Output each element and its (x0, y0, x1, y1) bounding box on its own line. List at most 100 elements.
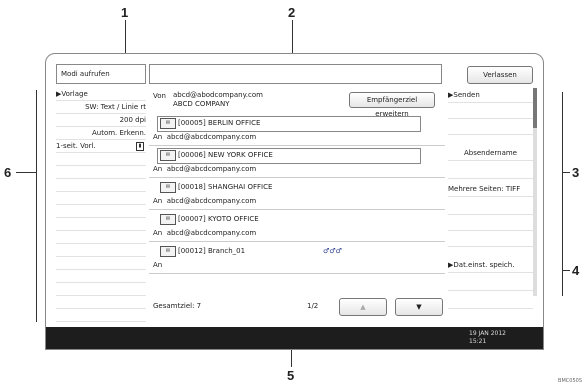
store-file-option[interactable]: ▶Dat.einst. speich. (448, 258, 533, 273)
destination-item[interactable]: ✉ [00007] KYOTO OFFICE An abcd@abcdcompa… (149, 210, 445, 242)
bracket-3 (562, 92, 563, 262)
blank-row (448, 294, 533, 309)
blank-row (448, 164, 533, 179)
blank-row (448, 276, 533, 291)
blank-row (56, 309, 146, 322)
status-bar: 19 JAN 2012 15:21 (46, 327, 543, 349)
destination-name: SHANGHAI OFFICE (207, 183, 273, 191)
destination-item[interactable]: ✉ [00006] NEW YORK OFFICE An abcd@abcdco… (149, 146, 445, 178)
destination-header[interactable]: ✉ [00005] BERLIN OFFICE (157, 116, 421, 132)
page-icon: ▮ (136, 142, 144, 151)
sender-row: Von abcd@abodcompany.com ABCD COMPANY Em… (149, 88, 445, 118)
callout-2: 2 (288, 5, 296, 20)
divider (149, 273, 445, 274)
destination-header[interactable]: ✉ [00007] KYOTO OFFICE (157, 212, 421, 228)
auto-detect[interactable]: Autom. Erkenn. (56, 127, 146, 140)
resolution[interactable]: 200 dpi (56, 114, 146, 127)
date-time: 19 JAN 2012 15:21 (469, 330, 529, 346)
destination-header[interactable]: ✉ [00018] SHANGHAI OFFICE (157, 180, 421, 196)
group-icon: ♂♂♂ (323, 247, 342, 255)
blank-row (56, 205, 146, 218)
page-indicator: 1/2 (307, 302, 319, 310)
callout-3: 3 (572, 165, 580, 180)
next-page-button[interactable]: ▼ (395, 298, 443, 316)
sender-name-button[interactable]: Absendername (448, 146, 533, 161)
to-label: An (153, 165, 163, 173)
to-label: An (153, 229, 163, 237)
mode-title[interactable]: Modi aufrufen (56, 64, 146, 84)
destination-name: NEW YORK OFFICE (207, 151, 273, 159)
destination-address: abcd@abcdcompany.com (166, 229, 257, 237)
figure-code: BMC050S (558, 378, 582, 384)
original-setting[interactable]: ▶Vorlage (56, 88, 146, 101)
callout-4: 4 (572, 263, 580, 278)
email-icon: ✉ (160, 246, 176, 257)
message-bar (149, 64, 442, 84)
to-label: An (153, 197, 163, 205)
duplex-label: 1-seit. Vorl. (56, 142, 96, 150)
destination-header[interactable]: ✉ [00012] Branch_01 ♂♂♂ (157, 244, 421, 260)
send-option[interactable]: ▶Senden (448, 88, 533, 103)
blank-row (448, 200, 533, 215)
time: 15:21 (469, 338, 487, 345)
destination-code: [00018] (178, 183, 206, 191)
destination-item[interactable]: ✉ [00018] SHANGHAI OFFICE An abcd@abcdco… (149, 178, 445, 210)
blank-row (448, 120, 533, 135)
scrollbar[interactable] (533, 88, 537, 296)
destination-name: KYOTO OFFICE (207, 215, 259, 223)
multi-page-tiff-button[interactable]: Mehrere Seiten: TIFF (448, 182, 533, 197)
exit-button[interactable]: Verlassen (467, 66, 533, 84)
original-type[interactable]: SW: Text / Linie rt (56, 101, 146, 114)
email-icon: ✉ (160, 150, 176, 161)
destination-code: [00007] (178, 215, 206, 223)
destination-code: [00005] (178, 119, 206, 127)
extend-destination-button[interactable]: Empfängerziel erweitern (349, 92, 435, 118)
blank-row (56, 257, 146, 270)
scan-settings-panel: ▶Vorlage SW: Text / Linie rt 200 dpi Aut… (56, 88, 146, 322)
blank-row (56, 218, 146, 231)
blank-row (56, 166, 146, 179)
blank-row (56, 270, 146, 283)
destination-list: Von abcd@abodcompany.com ABCD COMPANY Em… (149, 88, 445, 322)
destination-header[interactable]: ✉ [00006] NEW YORK OFFICE (157, 148, 421, 164)
blank-row (56, 244, 146, 257)
to-label: An (153, 133, 163, 141)
leader-3 (562, 172, 570, 173)
sender-email: abcd@abodcompany.com (173, 91, 263, 99)
list-footer: Gesamtziel: 7 1/2 ▲ ▼ (149, 296, 445, 318)
email-icon: ✉ (160, 214, 176, 225)
to-label: An (153, 261, 163, 269)
blank-row (448, 232, 533, 247)
email-icon: ✉ (160, 182, 176, 193)
destination-address: abcd@abcdcompany.com (166, 165, 257, 173)
scrollbar-thumb[interactable] (533, 88, 537, 128)
scanner-screen: Modi aufrufen Verlassen ▶Vorlage SW: Tex… (45, 53, 544, 350)
send-options-panel: ▶Senden Absendername Mehrere Seiten: TIF… (448, 88, 533, 320)
callout-5: 5 (287, 368, 295, 383)
blank-row (56, 231, 146, 244)
total-count: Gesamtziel: 7 (153, 302, 202, 310)
destination-item[interactable]: ✉ [00012] Branch_01 ♂♂♂ An (149, 242, 445, 274)
leader-4 (562, 270, 570, 271)
prev-page-button[interactable]: ▲ (339, 298, 387, 316)
sender-company: ABCD COMPANY (173, 100, 230, 108)
destination-name: BERLIN OFFICE (207, 119, 261, 127)
blank-row (56, 192, 146, 205)
destination-code: [00012] (178, 247, 206, 255)
callout-6: 6 (4, 165, 12, 180)
blank-row (56, 296, 146, 309)
email-icon: ✉ (160, 118, 176, 129)
from-label: Von (153, 92, 166, 100)
destination-item[interactable]: ✉ [00005] BERLIN OFFICE An abcd@abcdcomp… (149, 114, 445, 146)
date: 19 JAN 2012 (469, 330, 506, 337)
blank-row (56, 179, 146, 192)
blank-row (56, 283, 146, 296)
bracket-6 (36, 90, 37, 322)
bracket-4 (562, 262, 563, 296)
blank-row (448, 104, 533, 119)
callout-1: 1 (121, 5, 129, 20)
destination-code: [00006] (178, 151, 206, 159)
duplex-setting[interactable]: 1-seit. Vorl. ▮ (56, 140, 146, 153)
destination-name: Branch_01 (207, 247, 246, 255)
leader-6 (16, 172, 36, 173)
